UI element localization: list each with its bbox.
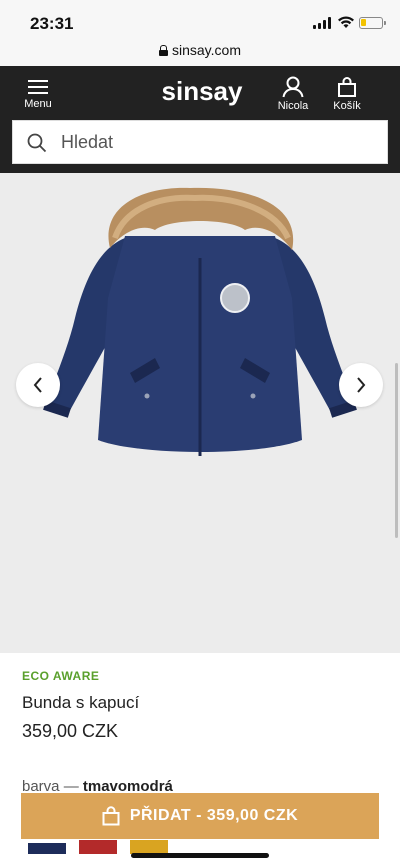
- sinsay-logo[interactable]: sinsay: [160, 74, 244, 114]
- product-gallery[interactable]: [0, 173, 400, 653]
- search-bar[interactable]: [12, 120, 388, 164]
- status-time: 23:31: [30, 14, 74, 33]
- wifi-icon: [338, 16, 354, 28]
- cart-label: Košík: [333, 100, 361, 112]
- swatch-red[interactable]: [79, 840, 117, 854]
- cart-button[interactable]: Košík: [328, 76, 366, 112]
- product-image-jacket: [43, 187, 357, 456]
- url-text: sinsay.com: [172, 42, 241, 58]
- svg-text:sinsay: sinsay: [162, 76, 243, 106]
- add-to-cart-button[interactable]: PŘIDAT - 359,00 CZK: [21, 793, 379, 839]
- gallery-scrollbar[interactable]: [395, 363, 398, 538]
- bag-icon: [102, 806, 120, 826]
- search-input[interactable]: [61, 121, 371, 163]
- user-icon: [282, 76, 304, 98]
- url-bar[interactable]: sinsay.com: [0, 40, 400, 66]
- account-button[interactable]: Nicola: [271, 76, 315, 112]
- chevron-right-icon: [357, 377, 366, 393]
- swatch-navy[interactable]: [28, 840, 66, 854]
- swatch-mustard[interactable]: [130, 840, 168, 854]
- home-indicator[interactable]: [131, 853, 269, 858]
- account-label: Nicola: [277, 100, 309, 112]
- search-icon[interactable]: [27, 133, 47, 153]
- chevron-left-icon: [33, 377, 42, 393]
- menu-label: Menu: [24, 98, 52, 110]
- next-image-button[interactable]: [339, 363, 383, 407]
- status-bar: 23:31: [0, 0, 400, 40]
- eco-aware-badge: ECO AWARE: [22, 669, 100, 683]
- hamburger-icon: [28, 80, 48, 94]
- bag-icon: [338, 77, 356, 97]
- site-header: Menu sinsay Nicola Košík: [0, 66, 400, 173]
- battery-icon: [359, 17, 386, 29]
- product-price: 359,00 CZK: [22, 721, 119, 741]
- signal-icon: [313, 17, 333, 29]
- add-to-cart-label: PŘIDAT - 359,00 CZK: [129, 807, 299, 824]
- previous-image-button[interactable]: [16, 363, 60, 407]
- product-name: Bunda s kapucí: [22, 693, 140, 712]
- menu-button[interactable]: Menu: [18, 78, 58, 114]
- lock-icon: [159, 44, 168, 56]
